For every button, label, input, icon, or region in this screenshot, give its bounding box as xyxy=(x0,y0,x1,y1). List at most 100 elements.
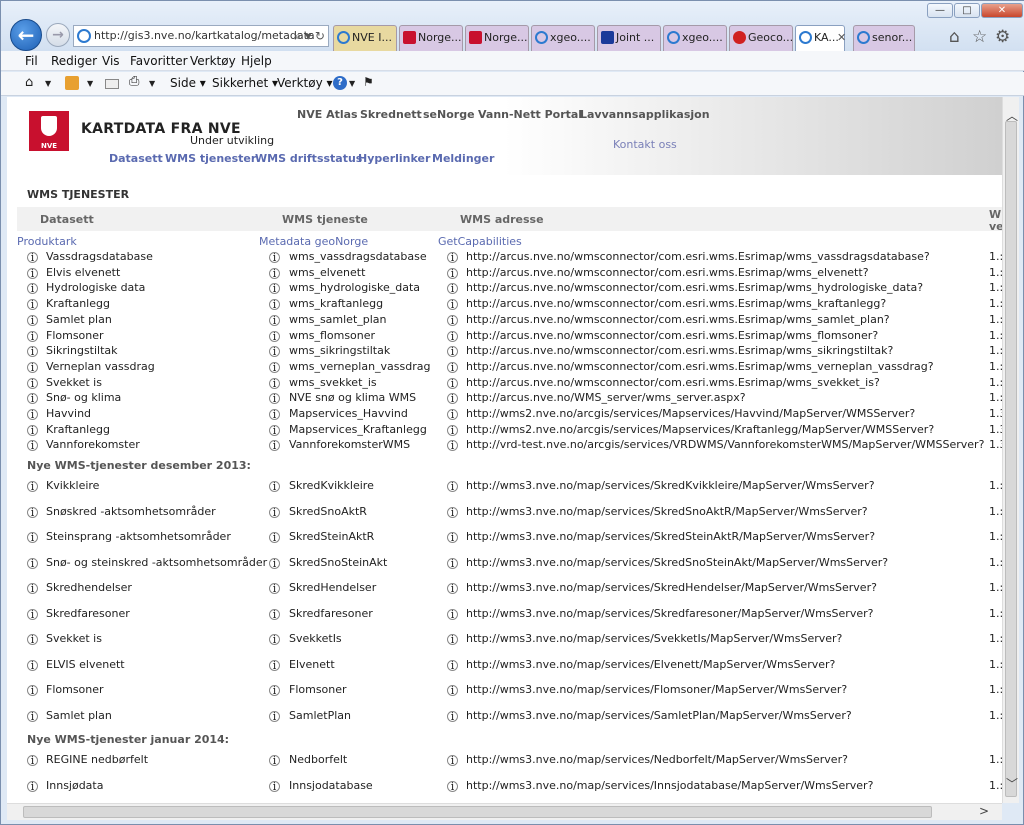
scroll-down-icon[interactable]: ﹀ xyxy=(1006,775,1018,792)
info-icon[interactable]: i xyxy=(269,710,280,722)
wms-url-link[interactable]: http://wms2.nve.no/arcgis/services/Mapse… xyxy=(466,407,915,420)
info-icon[interactable]: i xyxy=(269,440,280,452)
info-icon[interactable]: i xyxy=(447,755,458,766)
back-button[interactable]: ← xyxy=(10,19,42,51)
vertical-scrollbar[interactable]: ︿ ﹀ xyxy=(1002,97,1019,803)
info-icon[interactable]: i xyxy=(447,659,458,671)
info-icon[interactable]: i xyxy=(269,409,280,420)
close-button[interactable]: ✕ xyxy=(981,3,1023,18)
wms-url-link[interactable]: http://wms3.nve.no/map/services/Flomsone… xyxy=(466,683,847,696)
info-icon[interactable]: i xyxy=(269,377,280,389)
subhead-metadata[interactable]: Metadata geoNorge xyxy=(259,235,368,248)
info-icon[interactable]: i xyxy=(447,780,458,792)
info-icon[interactable]: i xyxy=(447,583,458,594)
wms-url-link[interactable]: http://wms3.nve.no/map/services/SkredSte… xyxy=(466,530,875,543)
info-icon[interactable]: i xyxy=(269,299,280,311)
info-icon[interactable]: i xyxy=(27,346,38,358)
info-icon[interactable]: i xyxy=(27,252,38,263)
menu-edit[interactable]: Rediger xyxy=(51,54,97,68)
info-icon[interactable]: i xyxy=(269,481,280,492)
nve-logo[interactable]: NVE xyxy=(29,111,69,151)
wms-url-link[interactable]: http://arcus.nve.no/WMS_server/wms_serve… xyxy=(466,391,746,404)
wms-url-link[interactable]: http://arcus.nve.no/wmsconnector/com.esr… xyxy=(466,281,923,294)
home-icon[interactable]: ⌂ xyxy=(25,75,39,90)
info-icon[interactable]: i xyxy=(447,409,458,420)
mail-icon[interactable] xyxy=(105,79,119,89)
info-icon[interactable]: i xyxy=(447,267,458,279)
info-icon[interactable]: i xyxy=(447,361,458,373)
info-icon[interactable]: i xyxy=(269,608,280,620)
info-icon[interactable]: i xyxy=(269,506,280,518)
wms-url-link[interactable]: http://arcus.nve.no/wmsconnector/com.esr… xyxy=(466,250,930,263)
tab-5[interactable]: Joint ... xyxy=(597,25,661,51)
info-icon[interactable]: i xyxy=(269,583,280,594)
link-senorge[interactable]: seNorge xyxy=(423,108,475,121)
wms-url-link[interactable]: http://wms3.nve.no/map/services/SkredSno… xyxy=(466,505,868,518)
info-icon[interactable]: i xyxy=(27,393,38,405)
info-icon[interactable]: i xyxy=(27,532,38,543)
tab-9[interactable]: senor... xyxy=(853,25,915,51)
wms-url-link[interactable]: http://wms3.nve.no/map/services/SkredKvi… xyxy=(466,479,875,492)
minimize-button[interactable]: — xyxy=(927,3,953,18)
menu-view[interactable]: Vis xyxy=(102,54,120,68)
info-icon[interactable]: i xyxy=(27,557,38,569)
help-icon[interactable]: ? xyxy=(333,76,347,90)
info-icon[interactable]: i xyxy=(269,361,280,373)
vertical-scroll-thumb[interactable] xyxy=(1005,121,1017,797)
info-icon[interactable]: i xyxy=(269,780,280,792)
info-icon[interactable]: i xyxy=(27,299,38,311)
nav-datasett[interactable]: Datasett xyxy=(109,152,163,165)
wms-url-link[interactable]: http://arcus.nve.no/wmsconnector/com.esr… xyxy=(466,297,886,310)
wms-url-link[interactable]: http://arcus.nve.no/wmsconnector/com.esr… xyxy=(466,266,869,279)
wms-url-link[interactable]: http://wms3.nve.no/map/services/SvekketI… xyxy=(466,632,842,645)
info-icon[interactable]: i xyxy=(269,634,280,645)
info-icon[interactable]: i xyxy=(27,481,38,492)
link-skrednett[interactable]: Skrednett xyxy=(360,108,422,121)
info-icon[interactable]: i xyxy=(269,685,280,696)
menu-help[interactable]: Hjelp xyxy=(241,54,272,68)
menu-safety[interactable]: Sikkerhet ▾ xyxy=(212,76,278,90)
tab-3[interactable]: Norge... xyxy=(465,25,529,51)
favorites-star-icon[interactable]: ☆ xyxy=(972,27,987,47)
address-actions-icon[interactable]: ⌕ ▾ ↻ xyxy=(295,26,325,46)
info-icon[interactable]: i xyxy=(447,252,458,263)
wms-url-link[interactable]: http://wms3.nve.no/map/services/SkredSno… xyxy=(466,556,888,569)
dropdown-icon[interactable]: ▼ xyxy=(149,79,163,93)
info-icon[interactable]: i xyxy=(269,314,280,326)
nav-wms-tjenester[interactable]: WMS tjenester xyxy=(165,152,256,165)
info-icon[interactable]: i xyxy=(27,755,38,766)
tab-1[interactable]: NVE I... xyxy=(333,25,397,51)
wms-url-link[interactable]: http://wms3.nve.no/map/services/Skredfar… xyxy=(466,607,873,620)
info-icon[interactable]: i xyxy=(269,532,280,543)
info-icon[interactable]: i xyxy=(27,780,38,792)
info-icon[interactable]: i xyxy=(447,506,458,518)
print-icon[interactable]: ⎙ xyxy=(129,74,143,89)
info-icon[interactable]: i xyxy=(447,346,458,358)
tab-4[interactable]: xgeo.... xyxy=(531,25,595,51)
info-icon[interactable]: i xyxy=(269,557,280,569)
info-icon[interactable]: i xyxy=(447,377,458,389)
subhead-produktark[interactable]: Produktark xyxy=(17,235,77,248)
home-icon[interactable]: ⌂ xyxy=(949,27,960,47)
research-icon[interactable]: ⚑ xyxy=(363,75,377,89)
nav-meldinger[interactable]: Meldinger xyxy=(432,152,494,165)
info-icon[interactable]: i xyxy=(27,659,38,671)
info-icon[interactable]: i xyxy=(27,361,38,373)
info-icon[interactable]: i xyxy=(269,252,280,263)
info-icon[interactable]: i xyxy=(447,634,458,645)
info-icon[interactable]: i xyxy=(27,583,38,594)
info-icon[interactable]: i xyxy=(269,424,280,436)
info-icon[interactable]: i xyxy=(27,377,38,389)
rss-icon[interactable] xyxy=(65,76,79,90)
contact-link[interactable]: Kontakt oss xyxy=(613,138,677,151)
wms-url-link[interactable]: http://arcus.nve.no/wmsconnector/com.esr… xyxy=(466,313,890,326)
info-icon[interactable]: i xyxy=(27,506,38,518)
menu-favorites[interactable]: Favoritter xyxy=(130,54,188,68)
tab-6[interactable]: xgeo.... xyxy=(663,25,727,51)
menu-tools[interactable]: Verktøy xyxy=(190,54,236,68)
menu-page[interactable]: Side ▾ xyxy=(170,76,206,90)
scroll-right-icon[interactable]: > xyxy=(979,804,989,818)
info-icon[interactable]: i xyxy=(269,346,280,358)
info-icon[interactable]: i xyxy=(269,393,280,405)
info-icon[interactable]: i xyxy=(447,283,458,295)
